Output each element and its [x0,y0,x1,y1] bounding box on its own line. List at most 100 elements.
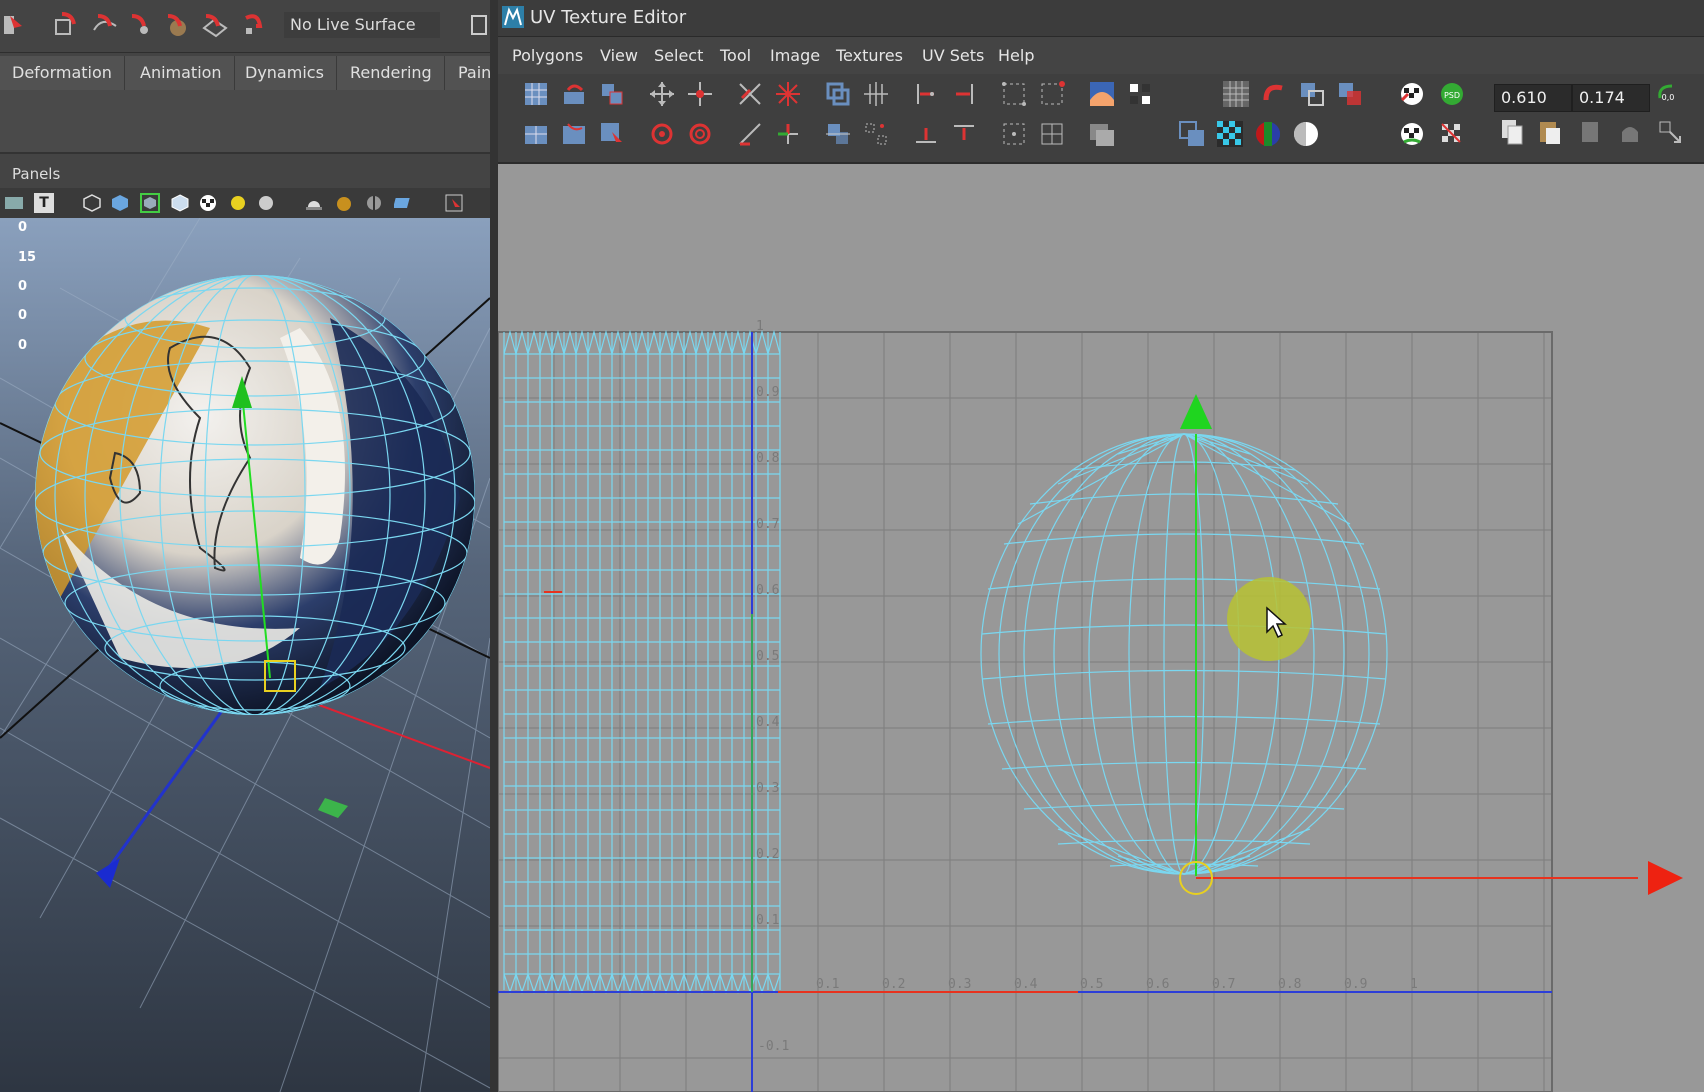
cut-uv-icon[interactable] [736,80,764,108]
move-sew-icon[interactable] [774,120,802,148]
shelf-tab-rendering[interactable]: Rendering [338,56,445,90]
menu-image[interactable]: Image [770,38,820,74]
texture-bake-icon[interactable] [1398,120,1426,148]
paste-v-icon[interactable] [1616,118,1644,146]
rotate-ccw-icon[interactable] [648,120,676,148]
menu-uv-sets[interactable]: UV Sets [922,38,984,74]
align-min-u-icon[interactable] [912,80,940,108]
align-max-u-icon[interactable] [950,80,978,108]
rgb-channels-icon[interactable] [1254,120,1282,148]
snap-surface-icon[interactable] [200,10,230,40]
image-range-icon[interactable] [1088,120,1116,148]
grid-toggle-icon[interactable] [1222,80,1250,108]
shelf-tab-animation[interactable]: Animation [128,56,235,90]
shadows-icon[interactable] [304,193,324,213]
shade-uv-icon[interactable] [1298,80,1326,108]
wireframe-on-shaded-icon[interactable] [140,193,160,213]
grid-label-u: 0.7 [1212,977,1235,992]
menu-select[interactable]: Select [654,38,703,74]
grid-label-v: 0.9 [756,385,779,400]
u-coordinate-field[interactable]: 0.610 [1494,84,1572,112]
checker-tiles-icon[interactable] [1398,80,1426,108]
select-camera-icon[interactable] [444,193,464,213]
menu-textures[interactable]: Textures [836,38,903,74]
isolate-select-icon[interactable] [394,193,414,213]
panels-menu[interactable]: Panels [0,160,490,188]
uv-grid-labels: 0.1 0.2 0.3 0.4 0.5 0.6 0.7 0.8 0.9 1 1 … [756,319,1418,1054]
uv-grid-icon[interactable] [522,80,550,108]
cycle-uv-icon[interactable] [1656,118,1684,146]
shelf-tab-deformation[interactable]: Deformation [0,56,125,90]
y-manip-plane[interactable] [318,798,348,818]
v-coordinate-field[interactable]: 0.174 [1572,84,1650,112]
uv-shell-sphere[interactable] [980,433,1388,875]
snap-curve-icon[interactable] [90,10,120,40]
select-tool-icon[interactable] [0,10,30,40]
paste-uv-icon[interactable] [1536,118,1564,146]
menu-tool[interactable]: Tool [720,38,751,74]
default-light-icon[interactable] [256,193,276,213]
normalize-uv-icon[interactable] [522,120,550,148]
flip-v-icon[interactable] [598,80,626,108]
shelf-tab-dynamics[interactable]: Dynamics [233,56,337,90]
copy-uv-icon[interactable] [1498,118,1526,146]
menu-polygons[interactable]: Polygons [512,38,583,74]
uv-editor-titlebar[interactable]: UV Texture Editor [498,0,1704,37]
snap-uv-icon[interactable] [1038,80,1066,108]
material-icon[interactable] [334,193,354,213]
pixel-snap-icon[interactable] [1260,80,1288,108]
align-min-v-icon[interactable] [912,120,940,148]
layout-shells-icon[interactable] [1038,120,1066,148]
dim-image-icon[interactable] [1126,80,1154,108]
grid-uv-icon[interactable] [1000,80,1028,108]
stack-shells-icon[interactable] [1000,120,1028,148]
menu-view[interactable]: View [600,38,638,74]
z-manip-cone[interactable] [96,858,120,888]
grid-label-u: 0.3 [948,977,971,992]
flip-u-icon[interactable] [560,80,588,108]
shelf-tab-paint[interactable]: Pain [446,56,490,90]
status-toolbar: No Live Surface [0,0,490,53]
unitize-uv-icon[interactable] [560,120,588,148]
u-manip-arrow[interactable] [1648,861,1683,895]
render-icon[interactable] [470,10,488,40]
display-uv-shells-icon[interactable] [1178,120,1206,148]
paste-u-icon[interactable] [1576,118,1604,146]
unfold-icon[interactable] [824,80,852,108]
move-uv-icon[interactable] [648,80,676,108]
psd-network-icon[interactable]: PSD [1438,80,1466,108]
menu-help[interactable]: Help [998,38,1034,74]
xray-icon[interactable] [364,193,384,213]
refresh-uv-icon[interactable]: 0,0 [1654,80,1682,108]
sew-uv-icon[interactable] [736,120,764,148]
snap-point-icon[interactable] [126,10,156,40]
rotate-cw-icon[interactable] [686,120,714,148]
smooth-shade-icon[interactable] [110,193,130,213]
perspective-viewport[interactable]: 0 15 0 0 0 [0,218,490,1092]
snap-grid-icon[interactable] [52,10,82,40]
split-uv-icon[interactable] [774,80,802,108]
text-tool-icon[interactable]: T [34,193,54,213]
lights-icon[interactable] [228,193,248,213]
camera-attributes-icon[interactable] [4,193,24,213]
straighten-uv-icon[interactable] [862,120,890,148]
select-shell-icon[interactable] [598,120,626,148]
relax-uv-icon[interactable] [824,120,852,148]
move-uv-shell-icon[interactable] [686,80,714,108]
alpha-channel-icon[interactable] [1292,120,1320,148]
image-display-icon[interactable] [1088,80,1116,108]
layout-icon[interactable] [862,80,890,108]
update-psd-icon[interactable] [1438,120,1466,148]
toggle-overlap-icon[interactable] [1336,80,1364,108]
uv-editor-canvas[interactable]: 0.1 0.2 0.3 0.4 0.5 0.6 0.7 0.8 0.9 1 1 … [498,164,1704,1092]
wireframe-icon[interactable] [82,193,102,213]
checker-map-icon[interactable] [1216,120,1244,148]
live-surface-field[interactable]: No Live Surface [284,12,440,38]
panel-divider[interactable] [490,0,498,1092]
align-max-v-icon[interactable] [950,120,978,148]
v-manip-arrow[interactable] [1180,394,1212,429]
make-live-icon[interactable] [238,10,268,40]
textured-icon[interactable] [170,193,190,213]
snap-view-icon[interactable] [162,10,192,40]
checker-icon[interactable] [198,193,218,213]
